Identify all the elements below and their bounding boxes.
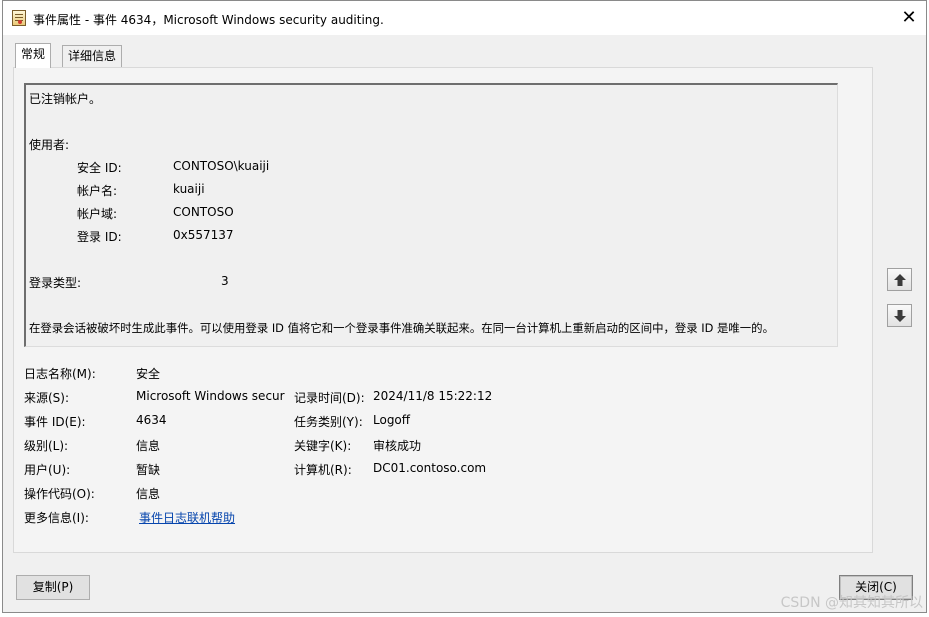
- account-name-label: 帐户名:: [77, 184, 118, 198]
- task-category-label: 任务类别(Y):: [294, 415, 363, 429]
- source-value: Microsoft Windows secur: [136, 389, 285, 403]
- description-heading: 已注销帐户。: [29, 92, 102, 106]
- arrow-down-icon: [894, 310, 906, 322]
- logged-label: 记录时间(D):: [294, 391, 365, 405]
- event-id-label: 事件 ID(E):: [24, 415, 86, 429]
- watermark: CSDN @知其知其所以: [780, 595, 923, 611]
- security-id-value: CONTOSO\kuaiji: [173, 159, 270, 173]
- description-note: 在登录会话被破坏时生成此事件。可以使用登录 ID 值将它和一个登录事件准确关联起…: [29, 321, 774, 335]
- online-help-link[interactable]: 事件日志联机帮助: [139, 509, 235, 526]
- level-value: 信息: [136, 439, 161, 453]
- security-id-label: 安全 ID:: [77, 161, 122, 175]
- title-bar[interactable]: 事件属性 - 事件 4634，Microsoft Windows securit…: [3, 1, 926, 35]
- log-name-label: 日志名称(M):: [24, 367, 96, 381]
- task-category-value: Logoff: [373, 413, 411, 427]
- user-label: 用户(U):: [24, 463, 71, 477]
- window-title: 事件属性 - 事件 4634，Microsoft Windows securit…: [33, 13, 384, 27]
- source-label: 来源(S):: [24, 391, 70, 405]
- event-id-value: 4634: [136, 413, 167, 427]
- logon-type-value: 3: [221, 274, 229, 288]
- keywords-label: 关键字(K):: [294, 439, 352, 453]
- logon-id-value: 0x557137: [173, 228, 234, 242]
- account-name-value: kuaiji: [173, 182, 205, 196]
- account-domain-label: 帐户域:: [77, 207, 118, 221]
- more-info-label: 更多信息(I):: [24, 511, 89, 525]
- account-domain-value: CONTOSO: [173, 205, 234, 219]
- arrow-up-icon: [894, 274, 906, 286]
- close-window-icon[interactable]: ✕: [892, 1, 926, 35]
- keywords-value: 审核成功: [373, 439, 422, 453]
- computer-value: DC01.contoso.com: [373, 461, 487, 475]
- subject-label: 使用者:: [29, 138, 70, 152]
- level-label: 级别(L):: [24, 439, 69, 453]
- logon-id-label: 登录 ID:: [77, 230, 122, 244]
- next-event-button[interactable]: [887, 304, 912, 327]
- copy-button[interactable]: 复制(P): [16, 575, 90, 600]
- opcode-value: 信息: [136, 487, 161, 501]
- logged-value: 2024/11/8 15:22:12: [373, 389, 493, 403]
- log-name-value: 安全: [136, 367, 161, 381]
- event-properties-icon: [12, 10, 26, 26]
- tab-general[interactable]: 常规: [15, 43, 52, 68]
- previous-event-button[interactable]: [887, 268, 912, 291]
- computer-label: 计算机(R):: [294, 463, 352, 477]
- logon-type-label: 登录类型:: [29, 276, 82, 290]
- event-description-box[interactable]: [24, 83, 838, 347]
- opcode-label: 操作代码(O):: [24, 487, 95, 501]
- tab-details[interactable]: 详细信息: [62, 45, 123, 67]
- user-value: 暂缺: [136, 463, 161, 477]
